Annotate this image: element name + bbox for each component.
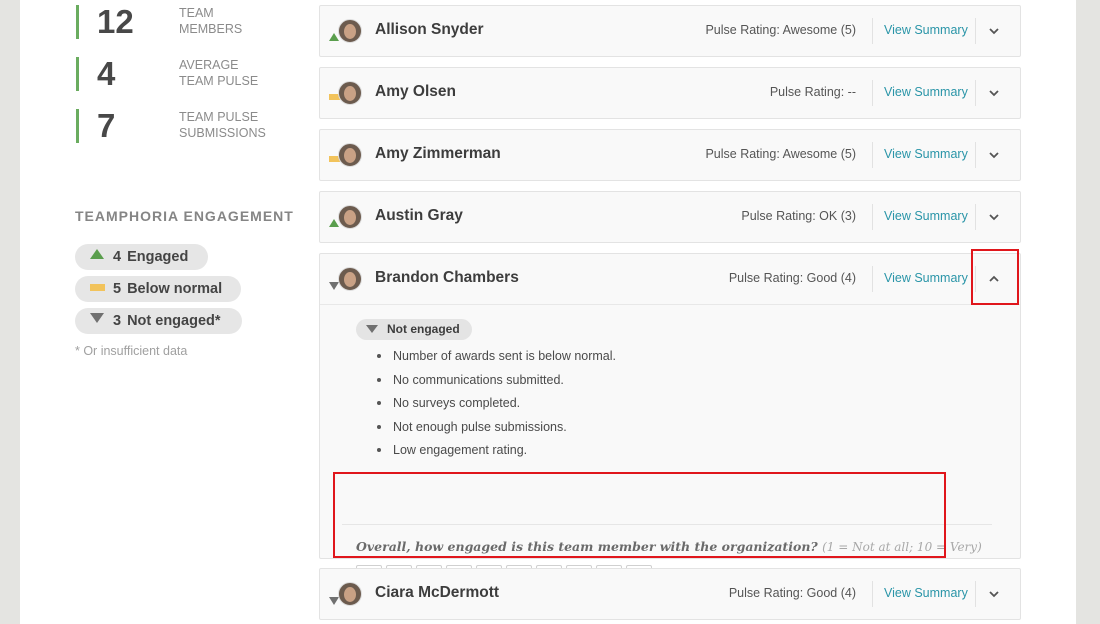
not-engaged-filter-pill[interactable]: 3 Not engaged* (75, 308, 242, 334)
avatar (338, 267, 362, 291)
footnote: * Or insufficient data (75, 344, 188, 358)
view-summary-link[interactable]: View Summary (884, 586, 968, 600)
pulse-rating: Pulse Rating: Awesome (5) (705, 147, 856, 161)
member-name: Ciara McDermott (375, 584, 500, 601)
member-name: Brandon Chambers (375, 269, 519, 286)
list-item: No communications submitted. (374, 371, 616, 395)
member-card-header[interactable]: Ciara McDermott Pulse Rating: Good (4) V… (320, 569, 1020, 619)
chevron-down-icon[interactable] (987, 145, 1001, 165)
below-normal-filter-pill[interactable]: 5 Below normal (75, 276, 241, 302)
member-name: Amy Zimmerman (375, 145, 501, 162)
triangle-up-icon (90, 242, 105, 268)
list-item: No surveys completed. (374, 394, 616, 418)
pulse-rating: Pulse Rating: OK (3) (741, 209, 856, 223)
page: 12 TEAM MEMBERS 4 AVERAGE TEAM PULSE 7 TEA… (20, 0, 1076, 624)
pulse-rating: Pulse Rating: -- (769, 85, 856, 99)
member-card-header[interactable]: Allison Snyder Pulse Rating: Awesome (5)… (320, 6, 1020, 56)
view-summary-link[interactable]: View Summary (884, 209, 968, 223)
stat-value: 12 (97, 3, 134, 40)
member-card: Ciara McDermott Pulse Rating: Good (4) V… (319, 568, 1021, 620)
member-name: Austin Gray (375, 207, 463, 224)
avatar (338, 19, 362, 43)
stat-value: 7 (97, 107, 116, 144)
pulse-rating: Pulse Rating: Good (4) (728, 271, 856, 285)
avatar (338, 81, 362, 105)
list-item: Low engagement rating. (374, 441, 616, 465)
chevron-down-icon[interactable] (987, 21, 1001, 41)
view-summary-link[interactable]: View Summary (884, 23, 968, 37)
chevron-down-icon[interactable] (987, 83, 1001, 103)
stat-label: TEAM MEMBERS (179, 6, 243, 36)
member-card-header[interactable]: Brandon Chambers Pulse Rating: Good (4) … (320, 254, 1020, 304)
reason-list: Number of awards sent is below normal. N… (374, 347, 616, 465)
status-badge: Not engaged (356, 319, 472, 340)
member-name: Allison Snyder (375, 21, 484, 38)
triangle-down-icon (90, 306, 105, 332)
engaged-filter-pill[interactable]: 4 Engaged (75, 244, 208, 270)
view-summary-link[interactable]: View Summary (884, 271, 968, 285)
stat-team-members: 12 TEAM MEMBERS (76, 3, 296, 40)
list-item: Not enough pulse submissions. (374, 418, 616, 442)
not-engaged-indicator-icon (329, 282, 339, 290)
bar-icon (90, 274, 105, 300)
member-card-header[interactable]: Amy Olsen Pulse Rating: -- View Summary (320, 68, 1020, 118)
avatar (338, 205, 362, 229)
not-engaged-indicator-icon (329, 597, 339, 605)
pulse-rating: Pulse Rating: Good (4) (728, 586, 856, 600)
stat-team-pulse-submissions: 7 TEAM PULSE SUBMISSIONS (76, 107, 296, 144)
chevron-down-icon[interactable] (987, 584, 1001, 604)
member-card: Austin Gray Pulse Rating: OK (3) View Su… (319, 191, 1021, 243)
member-name: Amy Olsen (375, 83, 456, 100)
highlight-box-question (333, 472, 946, 558)
view-summary-link[interactable]: View Summary (884, 85, 968, 99)
list-item: Number of awards sent is below normal. (374, 347, 616, 371)
member-card: Allison Snyder Pulse Rating: Awesome (5)… (319, 5, 1021, 57)
pulse-rating: Pulse Rating: Awesome (5) (705, 23, 856, 37)
stat-value: 4 (97, 55, 116, 92)
avatar (338, 582, 362, 606)
avatar (338, 143, 362, 167)
triangle-down-icon (366, 324, 378, 333)
member-card-header[interactable]: Amy Zimmerman Pulse Rating: Awesome (5) … (320, 130, 1020, 180)
chevron-down-icon[interactable] (987, 207, 1001, 227)
engagement-title: TEAMPHORIA ENGAGEMENT (75, 208, 294, 224)
stat-label: TEAM PULSE SUBMISSIONS (179, 110, 266, 140)
member-card: Amy Olsen Pulse Rating: -- View Summary (319, 67, 1021, 119)
view-summary-link[interactable]: View Summary (884, 147, 968, 161)
member-card: Amy Zimmerman Pulse Rating: Awesome (5) … (319, 129, 1021, 181)
stat-label: AVERAGE TEAM PULSE (179, 58, 259, 88)
highlight-box-collapse (971, 249, 1019, 305)
stat-average-team-pulse: 4 AVERAGE TEAM PULSE (76, 55, 296, 92)
member-card-header[interactable]: Austin Gray Pulse Rating: OK (3) View Su… (320, 192, 1020, 242)
